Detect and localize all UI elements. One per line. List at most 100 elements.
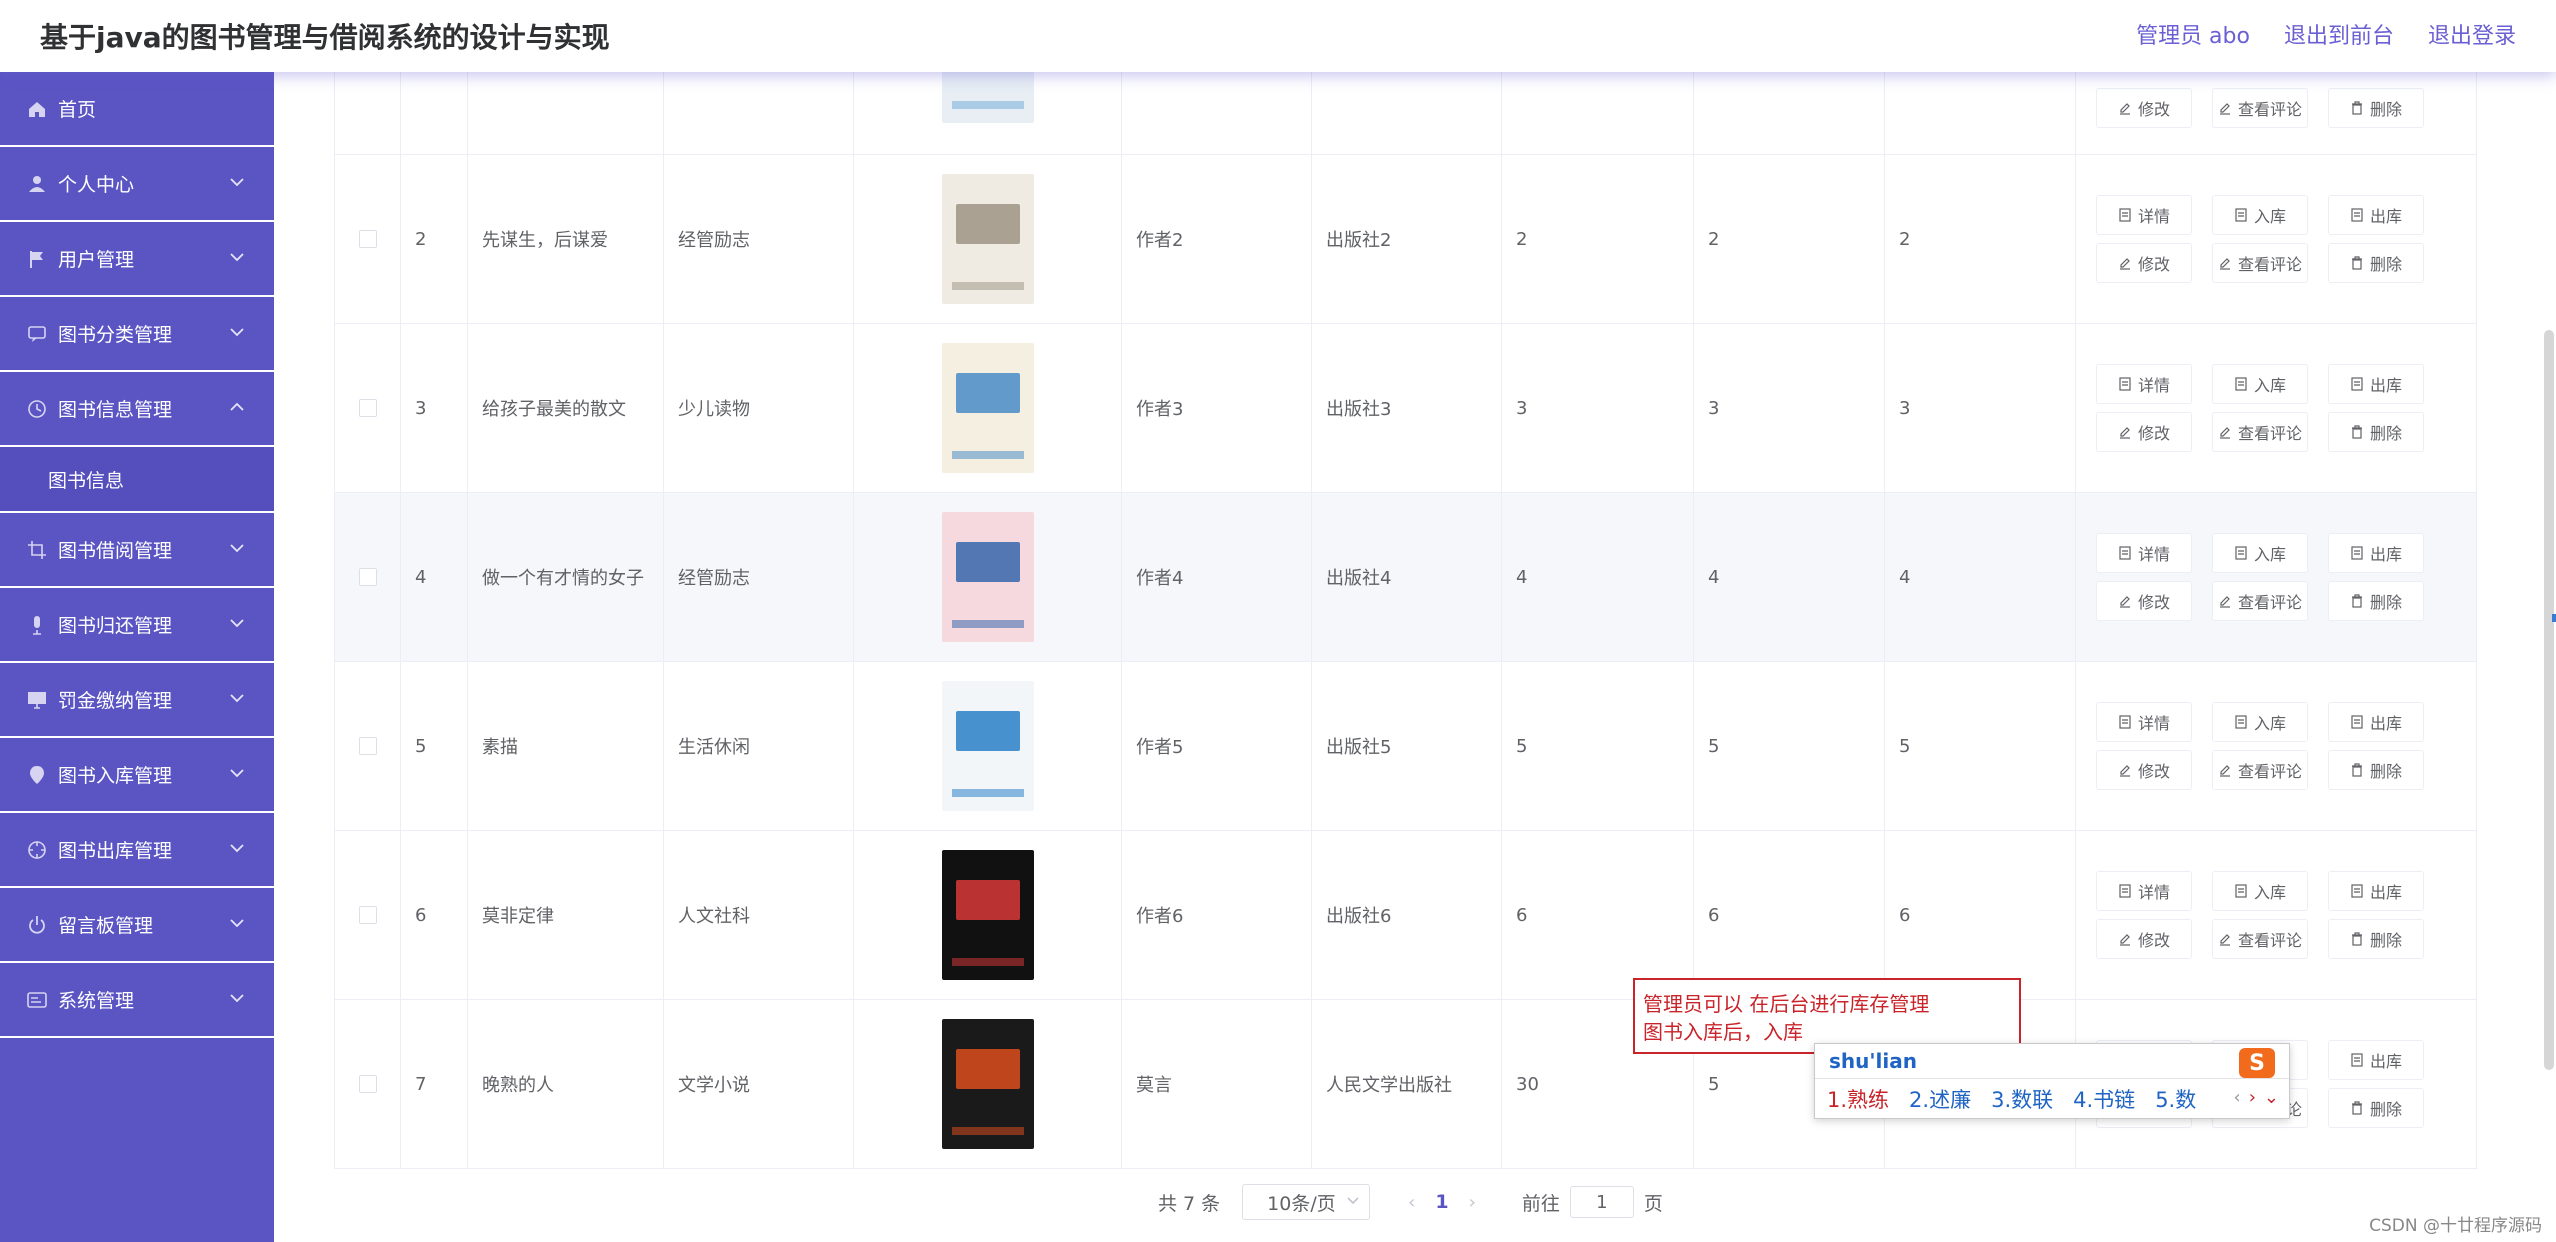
- sidebar-item-8[interactable]: 图书入库管理: [0, 738, 274, 813]
- view-comments-button[interactable]: 查看评论: [2212, 87, 2308, 128]
- next-page-button[interactable]: ›: [1469, 1192, 1476, 1213]
- table-row[interactable]: 3 给孩子最美的散文 少儿读物 作者3 出版社3 3 3 3 详情 入库 出库 修改 查看评论 删除: [334, 323, 2477, 493]
- view-comments-button[interactable]: 查看评论: [2212, 581, 2308, 621]
- view-comments-button[interactable]: 查看评论: [2212, 243, 2308, 283]
- edit-button[interactable]: 修改: [2096, 919, 2192, 959]
- stock-out-button[interactable]: 出库: [2328, 702, 2424, 742]
- edit-button[interactable]: 修改: [2096, 581, 2192, 621]
- edit-button[interactable]: 修改: [2096, 243, 2192, 283]
- delete-button[interactable]: 删除: [2328, 581, 2424, 621]
- document-icon: [2119, 546, 2131, 560]
- ime-candidate[interactable]: 1.熟练: [1827, 1084, 1889, 1114]
- delete-button[interactable]: 删除: [2328, 87, 2424, 128]
- stock-out-button[interactable]: 出库: [2328, 195, 2424, 235]
- view-comments-button[interactable]: 查看评论: [2212, 412, 2308, 452]
- sidebar-item-3[interactable]: 图书分类管理: [0, 297, 274, 372]
- delete-button[interactable]: 删除: [2328, 412, 2424, 452]
- detail-button[interactable]: 详情: [2096, 195, 2192, 235]
- page-scrollbar[interactable]: [2544, 330, 2554, 1070]
- row-actions: 详情入库出库修改查看评论删除: [2075, 154, 2477, 324]
- book-cover-image: [941, 1019, 1034, 1149]
- detail-button[interactable]: 详情: [2096, 533, 2192, 573]
- book-category: 少儿读物: [663, 323, 854, 493]
- pagination-total: 共 7 条: [1158, 1192, 1221, 1215]
- sidebar-item-0[interactable]: 首页: [0, 72, 274, 147]
- trash-icon: [2351, 932, 2362, 946]
- stock-in-button[interactable]: 入库: [2212, 195, 2308, 235]
- table-row[interactable]: 5 素描 生活休闲 作者5 出版社5 5 5 5 详情 入库 出库 修改 查看评论 删除: [334, 661, 2477, 831]
- edit-icon: [2119, 765, 2130, 777]
- sidebar-item-9[interactable]: 图书出库管理: [0, 813, 274, 888]
- stock-out-button[interactable]: 出库: [2328, 1040, 2424, 1080]
- page-number-current[interactable]: 1: [1435, 1191, 1448, 1213]
- sidebar-menu: 首页个人中心用户管理图书分类管理图书信息管理 图书信息 图书借阅管理 图书归还管理 罚金…: [0, 72, 274, 1242]
- edit-button[interactable]: 修改: [2096, 412, 2192, 452]
- sidebar-item-2[interactable]: 用户管理: [0, 222, 274, 297]
- view-comments-button[interactable]: 查看评论: [2212, 750, 2308, 790]
- book-name: 先谋生，后谋爱: [467, 154, 664, 324]
- detail-button[interactable]: 详情: [2096, 364, 2192, 404]
- book-category: 文学小说: [663, 999, 854, 1169]
- book-value-1: 3: [1501, 323, 1694, 493]
- sidebar-item-10[interactable]: 留言板管理: [0, 888, 274, 963]
- table-row[interactable]: 6 莫非定律 人文社科 作者6 出版社6 6 6 6 详情 入库 出库 修改 查看评论 删除: [334, 830, 2477, 1000]
- sidebar-item-label: 个人中心: [58, 174, 135, 196]
- sidebar-item-4[interactable]: 图书信息管理: [0, 372, 274, 447]
- row-checkbox[interactable]: [359, 230, 377, 248]
- row-checkbox[interactable]: [359, 906, 377, 924]
- book-value-2: 4: [1693, 492, 1885, 662]
- delete-button[interactable]: 删除: [2328, 750, 2424, 790]
- ime-candidate[interactable]: 4.书链: [2073, 1084, 2135, 1114]
- ime-candidate[interactable]: 2.述廉: [1909, 1084, 1971, 1114]
- edit-icon: [2119, 258, 2130, 270]
- sidebar-item-11[interactable]: 系统管理: [0, 963, 274, 1038]
- stock-out-button[interactable]: 出库: [2328, 533, 2424, 573]
- stock-in-button[interactable]: 入库: [2212, 702, 2308, 742]
- chevron-down-icon: [230, 919, 244, 928]
- detail-button[interactable]: 详情: [2096, 702, 2192, 742]
- stock-out-button[interactable]: 出库: [2328, 364, 2424, 404]
- ime-nav: ‹ › ⌄: [2234, 1087, 2280, 1108]
- edit-button[interactable]: 修改: [2096, 750, 2192, 790]
- goto-page-input[interactable]: [1569, 1186, 1634, 1218]
- chat-icon: [26, 323, 48, 345]
- row-checkbox[interactable]: [359, 568, 377, 586]
- annotation-line-2: 图书入库后，入库: [1643, 1020, 1803, 1044]
- sidebar-item-1[interactable]: 个人中心: [0, 147, 274, 222]
- ime-prev-icon[interactable]: ‹: [2234, 1087, 2241, 1108]
- delete-button[interactable]: 删除: [2328, 243, 2424, 283]
- chevron-down-icon: [230, 694, 244, 703]
- ime-candidate[interactable]: 5.数: [2155, 1084, 2196, 1114]
- logout-link[interactable]: 退出登录: [2428, 18, 2516, 50]
- exit-to-front-link[interactable]: 退出到前台: [2284, 18, 2394, 50]
- stock-in-button[interactable]: 入库: [2212, 364, 2308, 404]
- sidebar-item-6[interactable]: 图书归还管理: [0, 588, 274, 663]
- ime-candidate[interactable]: 3.数联: [1991, 1084, 2053, 1114]
- row-checkbox[interactable]: [359, 737, 377, 755]
- current-user-label[interactable]: 管理员 abo: [2136, 18, 2250, 50]
- table-row[interactable]: 4 做一个有才情的女子 经管励志 作者4 出版社4 4 4 4 详情 入库 出库 修改 查看评论 删除: [334, 492, 2477, 662]
- stock-in-button[interactable]: 入库: [2212, 871, 2308, 911]
- page-size-select[interactable]: 10条/页: [1242, 1184, 1371, 1220]
- ime-expand-icon[interactable]: ⌄: [2264, 1087, 2279, 1108]
- sidebar-item-7[interactable]: 罚金缴纳管理: [0, 663, 274, 738]
- compass-icon: [26, 839, 48, 861]
- stock-out-button[interactable]: 出库: [2328, 871, 2424, 911]
- book-name: 莫非定律: [467, 830, 664, 1000]
- edit-button[interactable]: 修改: [2096, 87, 2192, 128]
- delete-button[interactable]: 删除: [2328, 1088, 2424, 1128]
- sidebar-subitem-book-info[interactable]: 图书信息: [0, 447, 274, 513]
- sidebar-item-label: 图书分类管理: [58, 324, 173, 346]
- view-comments-button[interactable]: 查看评论: [2212, 919, 2308, 959]
- sidebar-item-5[interactable]: 图书借阅管理: [0, 513, 274, 588]
- detail-button[interactable]: 详情: [2096, 871, 2192, 911]
- delete-button[interactable]: 删除: [2328, 919, 2424, 959]
- trash-icon: [2351, 425, 2362, 439]
- ime-next-icon[interactable]: ›: [2249, 1087, 2256, 1108]
- row-checkbox[interactable]: [359, 399, 377, 417]
- edit-icon: [2119, 102, 2130, 115]
- prev-page-button[interactable]: ‹: [1408, 1192, 1415, 1213]
- table-row[interactable]: 2 先谋生，后谋爱 经管励志 作者2 出版社2 2 2 2 详情 入库 出库 修改 查看评论 删除: [334, 154, 2477, 324]
- row-checkbox[interactable]: [359, 1075, 377, 1093]
- stock-in-button[interactable]: 入库: [2212, 533, 2308, 573]
